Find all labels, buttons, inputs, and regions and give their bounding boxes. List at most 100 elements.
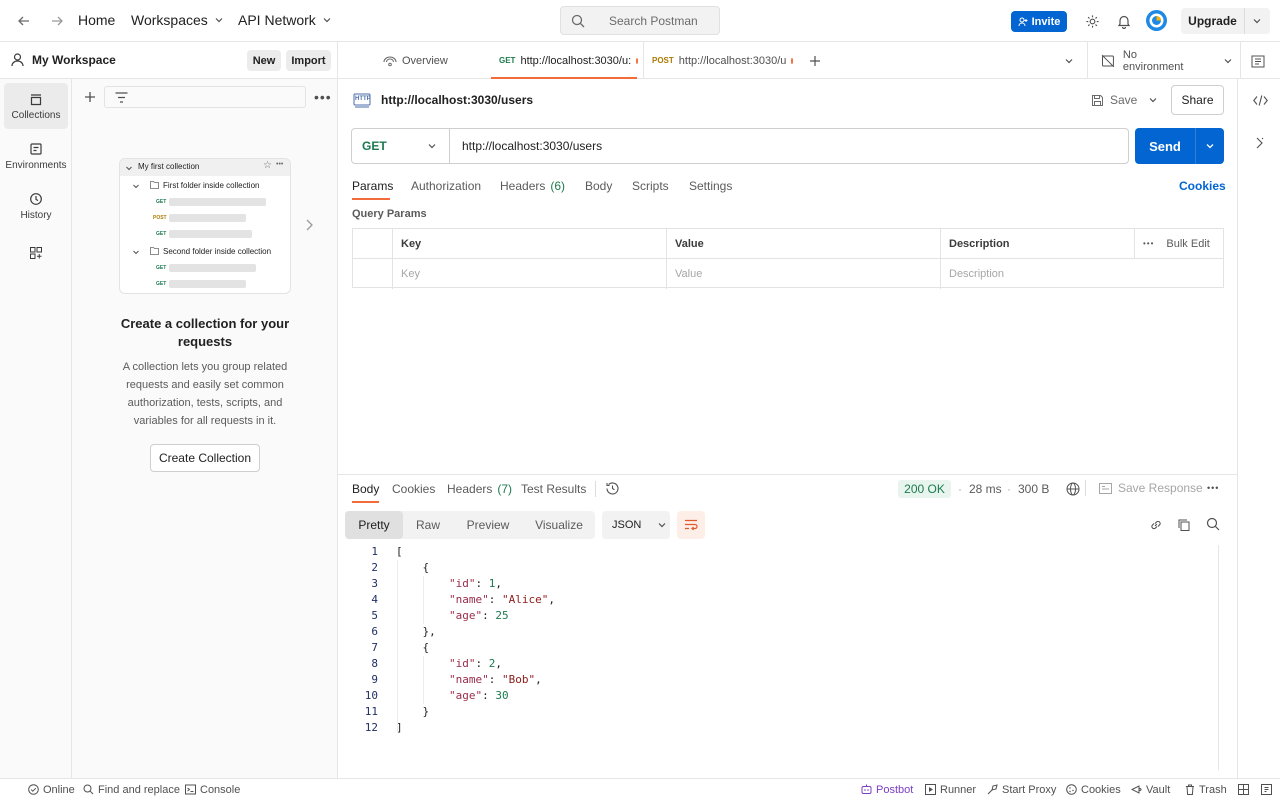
layout-toggle-icon[interactable] — [1238, 779, 1249, 799]
more-options-icon[interactable]: ••• — [314, 89, 332, 105]
response-size[interactable]: 300 B — [1018, 482, 1049, 496]
save-response-button[interactable]: Save Response — [1099, 481, 1203, 495]
tab-overview[interactable]: Overview — [383, 42, 448, 79]
nav-api-network[interactable]: API Network — [238, 12, 332, 28]
plus-icon[interactable] — [82, 89, 98, 105]
view-preview[interactable]: Preview — [453, 511, 523, 539]
chevron-down-icon[interactable] — [1205, 141, 1215, 151]
description-input[interactable]: Description — [941, 259, 1223, 289]
tab-post-users[interactable]: POST http://localhost:3030/u — [643, 42, 793, 79]
format-select[interactable]: JSON — [602, 511, 670, 539]
gear-icon[interactable] — [1082, 11, 1102, 31]
tab-params[interactable]: Params — [352, 179, 393, 193]
postbot-button[interactable]: Postbot — [861, 779, 913, 799]
copy-icon[interactable] — [1177, 518, 1191, 532]
view-visualize[interactable]: Visualize — [523, 511, 595, 539]
new-tab-plus-icon[interactable] — [807, 53, 823, 69]
bell-icon[interactable] — [1114, 11, 1134, 31]
sidebar-item-history[interactable]: History — [4, 183, 68, 229]
search-icon[interactable] — [1206, 517, 1220, 531]
link-icon[interactable] — [1149, 518, 1163, 532]
request-title[interactable]: http://localhost:3030/users — [381, 93, 533, 107]
preview-skeleton — [169, 280, 246, 288]
response-divider[interactable] — [338, 474, 1238, 475]
value-input[interactable]: Value — [667, 259, 941, 289]
key-input[interactable]: Key — [393, 259, 667, 289]
forward-arrow-icon[interactable] — [47, 11, 67, 31]
format-label: JSON — [612, 519, 642, 531]
code-line: }, — [396, 625, 436, 638]
code-icon[interactable] — [1251, 92, 1269, 108]
nav-home[interactable]: Home — [78, 12, 115, 28]
chevron-right-icon[interactable] — [304, 218, 314, 232]
line-number: 1 — [371, 545, 378, 558]
help-icon[interactable] — [1261, 779, 1272, 799]
console-button[interactable]: Console — [185, 779, 240, 799]
value-placeholder: Value — [675, 268, 703, 280]
sidebar-item-more[interactable] — [4, 237, 68, 269]
response-tab-cookies[interactable]: Cookies — [392, 482, 435, 496]
runner-button[interactable]: Runner — [925, 779, 976, 799]
code-line: { — [396, 561, 430, 574]
preview-collection-name: My first collection — [138, 162, 200, 171]
start-proxy-label: Start Proxy — [1002, 783, 1057, 796]
bulk-edit-link[interactable]: Bulk Edit — [1166, 238, 1209, 250]
chevron-down-icon[interactable] — [1148, 95, 1158, 105]
history-icon[interactable] — [605, 481, 620, 496]
tab-body[interactable]: Body — [585, 179, 612, 193]
cookies-link[interactable]: Cookies — [1179, 179, 1226, 193]
start-proxy-button[interactable]: Start Proxy — [987, 779, 1056, 799]
sidebar-item-collections[interactable]: Collections — [4, 83, 68, 129]
environment-quick-look-icon[interactable] — [1250, 53, 1266, 69]
status-badge[interactable]: 200 OK — [898, 480, 951, 498]
view-pretty[interactable]: Pretty — [345, 511, 403, 539]
search-box[interactable]: Search Postman — [560, 6, 720, 35]
tab-label: Headers — [447, 482, 493, 496]
chevron-down-icon[interactable] — [1252, 16, 1262, 26]
method-select[interactable]: GET — [352, 129, 450, 163]
trash-button[interactable]: Trash — [1185, 779, 1227, 799]
environment-selector[interactable]: No environment — [1101, 42, 1233, 79]
globe-icon[interactable] — [1066, 482, 1080, 496]
avatar[interactable] — [1146, 10, 1167, 31]
upgrade-label: Upgrade — [1181, 8, 1245, 34]
vault-button[interactable]: Vault — [1131, 779, 1170, 799]
view-raw[interactable]: Raw — [403, 511, 453, 539]
editor-scrollbar[interactable] — [1218, 545, 1219, 770]
bulk-edit-cell[interactable]: ••• Bulk Edit — [1135, 229, 1223, 259]
tab-headers[interactable]: Headers (6) — [500, 179, 565, 193]
more-options-icon[interactable]: ••• — [1143, 239, 1154, 248]
share-button[interactable]: Share — [1171, 85, 1224, 115]
cookies-button[interactable]: Cookies — [1066, 779, 1121, 799]
workspace-name[interactable]: My Workspace — [32, 53, 116, 67]
wrap-lines-icon[interactable] — [677, 511, 705, 539]
more-options-icon[interactable]: ••• — [1207, 483, 1219, 493]
filter-input[interactable] — [104, 86, 306, 108]
send-button[interactable]: Send — [1135, 128, 1224, 164]
related-collections-icon[interactable] — [1251, 135, 1269, 151]
import-button[interactable]: Import — [286, 50, 331, 71]
tab-settings[interactable]: Settings — [689, 179, 732, 193]
chevron-down-icon[interactable] — [1064, 56, 1074, 66]
find-replace-button[interactable]: Find and replace — [83, 779, 180, 799]
online-status[interactable]: Online — [28, 779, 75, 799]
upgrade-button[interactable]: Upgrade — [1181, 8, 1270, 34]
response-time[interactable]: 28 ms — [969, 482, 1002, 496]
sidebar-item-environments[interactable]: Environments — [4, 133, 68, 179]
back-arrow-icon[interactable] — [14, 11, 34, 31]
tab-authorization[interactable]: Authorization — [411, 179, 481, 193]
response-tab-body[interactable]: Body — [352, 482, 379, 496]
share-label: Share — [1181, 93, 1214, 107]
tab-scripts[interactable]: Scripts — [632, 179, 669, 193]
response-tab-headers[interactable]: Headers (7) — [447, 482, 512, 496]
nav-workspaces[interactable]: Workspaces — [131, 12, 224, 28]
invite-button[interactable]: Invite — [1011, 11, 1067, 32]
new-button[interactable]: New — [247, 50, 281, 71]
tab-method: POST — [652, 56, 674, 65]
tab-get-users[interactable]: GET http://localhost:3030/u: — [491, 42, 638, 79]
save-button[interactable]: Save — [1091, 88, 1137, 112]
response-tab-test-results[interactable]: Test Results — [521, 482, 586, 496]
url-input[interactable]: http://localhost:3030/users — [462, 129, 602, 163]
column-label: Description — [949, 237, 1010, 250]
create-collection-button[interactable]: Create Collection — [150, 444, 260, 472]
